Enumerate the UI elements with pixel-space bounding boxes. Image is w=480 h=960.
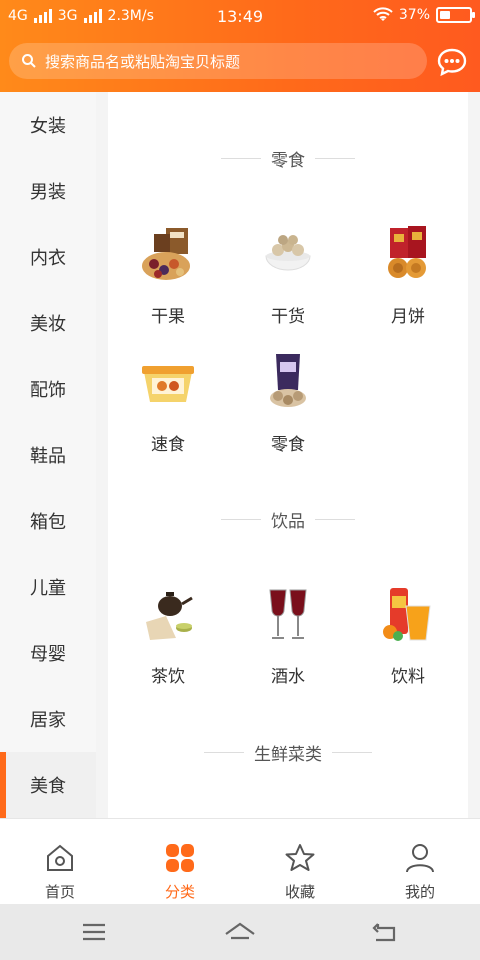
user-icon <box>406 844 434 873</box>
category-tile-mooncake[interactable]: 月饼 <box>348 222 468 327</box>
sidebar-item-accessories[interactable]: 配饰 <box>0 356 96 422</box>
nuts-bowl-icon <box>265 235 311 271</box>
category-tile-dried-fruit[interactable]: 干果 <box>108 222 228 327</box>
section-title-text: 零食 <box>271 151 305 171</box>
sidebar-item-label: 箱包 <box>30 512 66 533</box>
tab-label: 收藏 <box>284 883 315 901</box>
sidebar-item-label: 内衣 <box>30 248 66 269</box>
sidebar-item-food[interactable]: 美食 <box>0 752 96 818</box>
search-input[interactable]: 搜索商品名或粘贴淘宝贝标题 <box>9 43 427 79</box>
category-tile-snacks[interactable]: 零食 <box>228 350 348 455</box>
sidebar-item-label: 女装 <box>30 116 66 137</box>
star-icon <box>285 844 315 871</box>
category-label: 茶饮 <box>151 667 185 687</box>
category-label: 酒水 <box>271 667 305 687</box>
sidebar-item-baby[interactable]: 母婴 <box>0 620 96 686</box>
sidebar-item-underwear[interactable]: 内衣 <box>0 224 96 290</box>
category-label: 速食 <box>151 435 185 455</box>
bottom-tab-bar: 首页 分类 收藏 我的 <box>0 818 480 904</box>
status-bar: 4G 3G 2.3M/s 13:49 37% <box>0 0 480 34</box>
tab-label: 首页 <box>44 883 75 901</box>
tab-label: 分类 <box>164 883 195 901</box>
divider <box>315 519 355 520</box>
category-tile-dry-goods[interactable]: 干货 <box>228 222 348 327</box>
chat-bubble-icon[interactable] <box>436 46 468 78</box>
sidebar-item-shoes[interactable]: 鞋品 <box>0 422 96 488</box>
category-sidebar: 女装 男装 内衣 美妆 配饰 鞋品 箱包 儿童 母婴 居家 美食 <box>0 92 96 818</box>
sidebar-item-label: 男装 <box>30 182 66 203</box>
mooncake-icon <box>388 226 426 278</box>
sidebar-item-label: 美妆 <box>30 314 66 335</box>
category-content: 零食 干果 干货 月饼 速食 零食 饮品 茶饮 酒水 饮料 生鲜菜类 <box>108 92 468 818</box>
sidebar-item-label: 鞋品 <box>30 446 66 467</box>
section-title-text: 饮品 <box>271 512 305 532</box>
tab-home[interactable]: 首页 <box>0 819 120 905</box>
category-tile-instant-food[interactable]: 速食 <box>108 350 228 455</box>
section-title-text: 生鲜菜类 <box>254 745 322 765</box>
category-label: 零食 <box>271 435 305 455</box>
tab-category[interactable]: 分类 <box>120 819 240 905</box>
system-nav-bar <box>0 904 480 960</box>
sidebar-item-label: 儿童 <box>30 578 66 599</box>
back-icon[interactable] <box>368 918 404 946</box>
sidebar-item-kids[interactable]: 儿童 <box>0 554 96 620</box>
divider <box>315 158 355 159</box>
menu-icon[interactable] <box>76 918 112 946</box>
home-outline-icon[interactable] <box>222 918 258 946</box>
sidebar-item-bags[interactable]: 箱包 <box>0 488 96 554</box>
tab-label: 我的 <box>404 883 435 901</box>
section-title-snacks: 零食 <box>108 146 468 171</box>
category-tile-tea[interactable]: 茶饮 <box>108 582 228 687</box>
tea-set-icon <box>146 592 193 640</box>
sidebar-item-label: 母婴 <box>30 644 66 665</box>
sidebar-item-label: 美食 <box>30 776 66 797</box>
sidebar-item-label: 配饰 <box>30 380 66 401</box>
section-title-fresh: 生鲜菜类 <box>108 740 468 765</box>
battery-icon <box>436 7 475 23</box>
search-icon <box>22 54 36 68</box>
category-label: 饮料 <box>391 667 425 687</box>
category-icon <box>166 844 194 872</box>
sidebar-item-men[interactable]: 男装 <box>0 158 96 224</box>
tab-mine[interactable]: 我的 <box>360 819 480 905</box>
juice-drink-icon <box>383 588 431 641</box>
category-label: 干果 <box>151 307 185 327</box>
section-title-drinks: 饮品 <box>108 507 468 532</box>
dried-fruit-icon <box>142 228 190 280</box>
battery-percent: 37% <box>398 7 430 23</box>
category-label: 月饼 <box>391 307 425 327</box>
sidebar-item-label: 居家 <box>30 710 66 731</box>
snack-bag-icon <box>270 354 306 407</box>
divider <box>204 752 244 753</box>
wifi-icon <box>373 7 393 21</box>
home-icon <box>47 844 73 871</box>
divider <box>221 519 261 520</box>
divider <box>332 752 372 753</box>
category-tile-beverages[interactable]: 饮料 <box>348 582 468 687</box>
tab-favorites[interactable]: 收藏 <box>240 819 360 905</box>
search-placeholder: 搜索商品名或粘贴淘宝贝标题 <box>45 52 241 71</box>
sidebar-item-women[interactable]: 女装 <box>0 92 96 158</box>
instant-food-icon <box>142 366 194 402</box>
wine-glasses-icon <box>269 589 307 639</box>
header: 4G 3G 2.3M/s 13:49 37% 搜索商品名或粘贴淘宝贝标题 <box>0 0 480 92</box>
divider <box>221 158 261 159</box>
category-label: 干货 <box>271 307 305 327</box>
sidebar-item-beauty[interactable]: 美妆 <box>0 290 96 356</box>
sidebar-item-home[interactable]: 居家 <box>0 686 96 752</box>
category-tile-wine[interactable]: 酒水 <box>228 582 348 687</box>
